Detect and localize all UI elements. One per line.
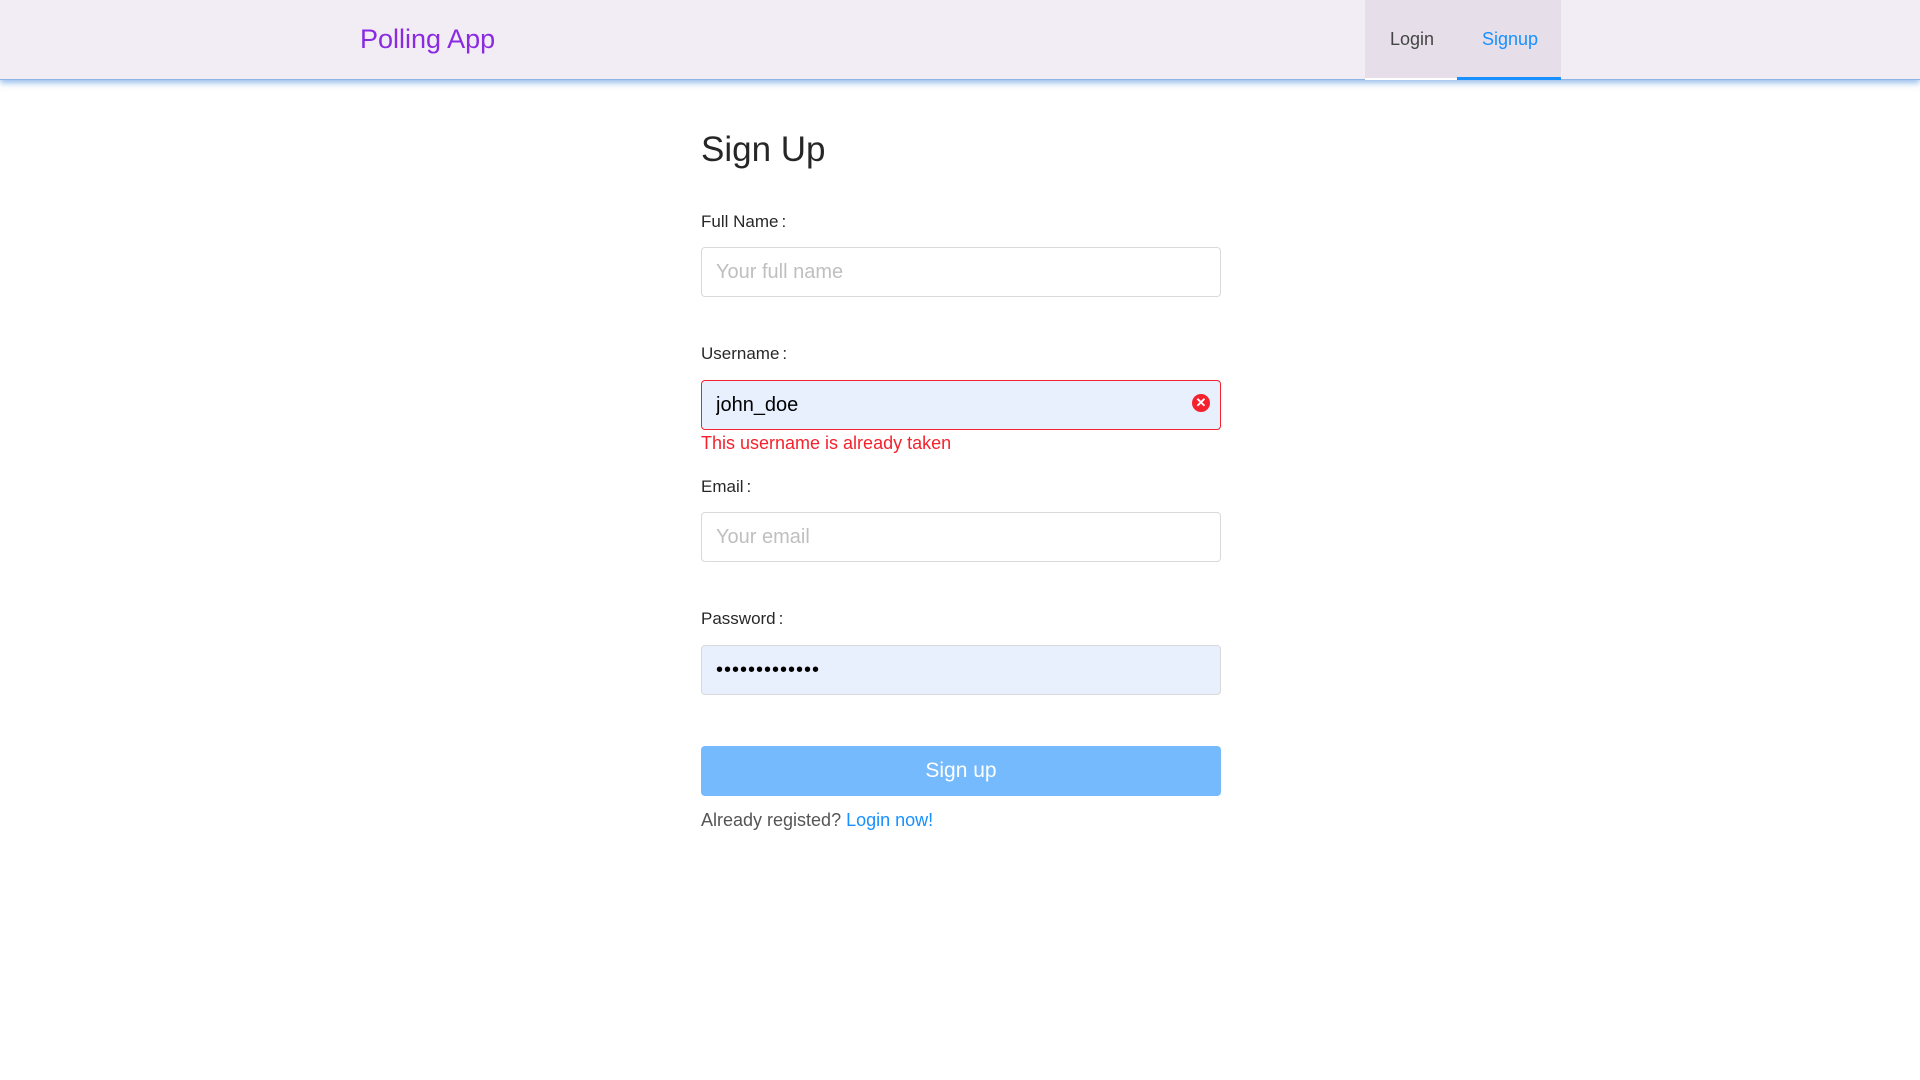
nav-signup[interactable]: Signup <box>1457 0 1561 80</box>
login-now-link[interactable]: Login now! <box>846 810 933 830</box>
label-colon: : <box>781 212 787 231</box>
password-label: Password: <box>701 609 783 629</box>
label-colon: : <box>782 344 788 363</box>
login-prompt: Already registed? Login now! <box>701 810 933 831</box>
full-name-label-text: Full Name <box>701 212 779 231</box>
password-input[interactable] <box>701 645 1221 695</box>
app-brand-link[interactable]: Polling App <box>360 0 495 79</box>
username-error-message: This username is already taken <box>701 433 952 453</box>
username-input[interactable] <box>701 380 1221 430</box>
label-colon: : <box>778 609 784 628</box>
nav-login[interactable]: Login <box>1365 0 1457 80</box>
label-colon: : <box>746 477 752 496</box>
app-header: Polling App Login Signup <box>0 0 1920 80</box>
email-input[interactable] <box>701 512 1221 562</box>
username-label: Username: <box>701 344 787 364</box>
header-nav: Login Signup <box>1365 0 1561 80</box>
username-label-text: Username <box>701 344 780 363</box>
close-circle-icon: ✕ <box>1192 394 1210 412</box>
email-label: Email: <box>701 477 751 497</box>
password-label-text: Password <box>701 609 776 628</box>
login-prompt-text: Already registed? <box>701 810 842 830</box>
signup-submit-button[interactable]: Sign up <box>701 746 1221 796</box>
page-title: Sign Up <box>701 130 826 169</box>
full-name-input[interactable] <box>701 247 1221 297</box>
email-label-text: Email <box>701 477 744 496</box>
full-name-label: Full Name: <box>701 212 786 232</box>
